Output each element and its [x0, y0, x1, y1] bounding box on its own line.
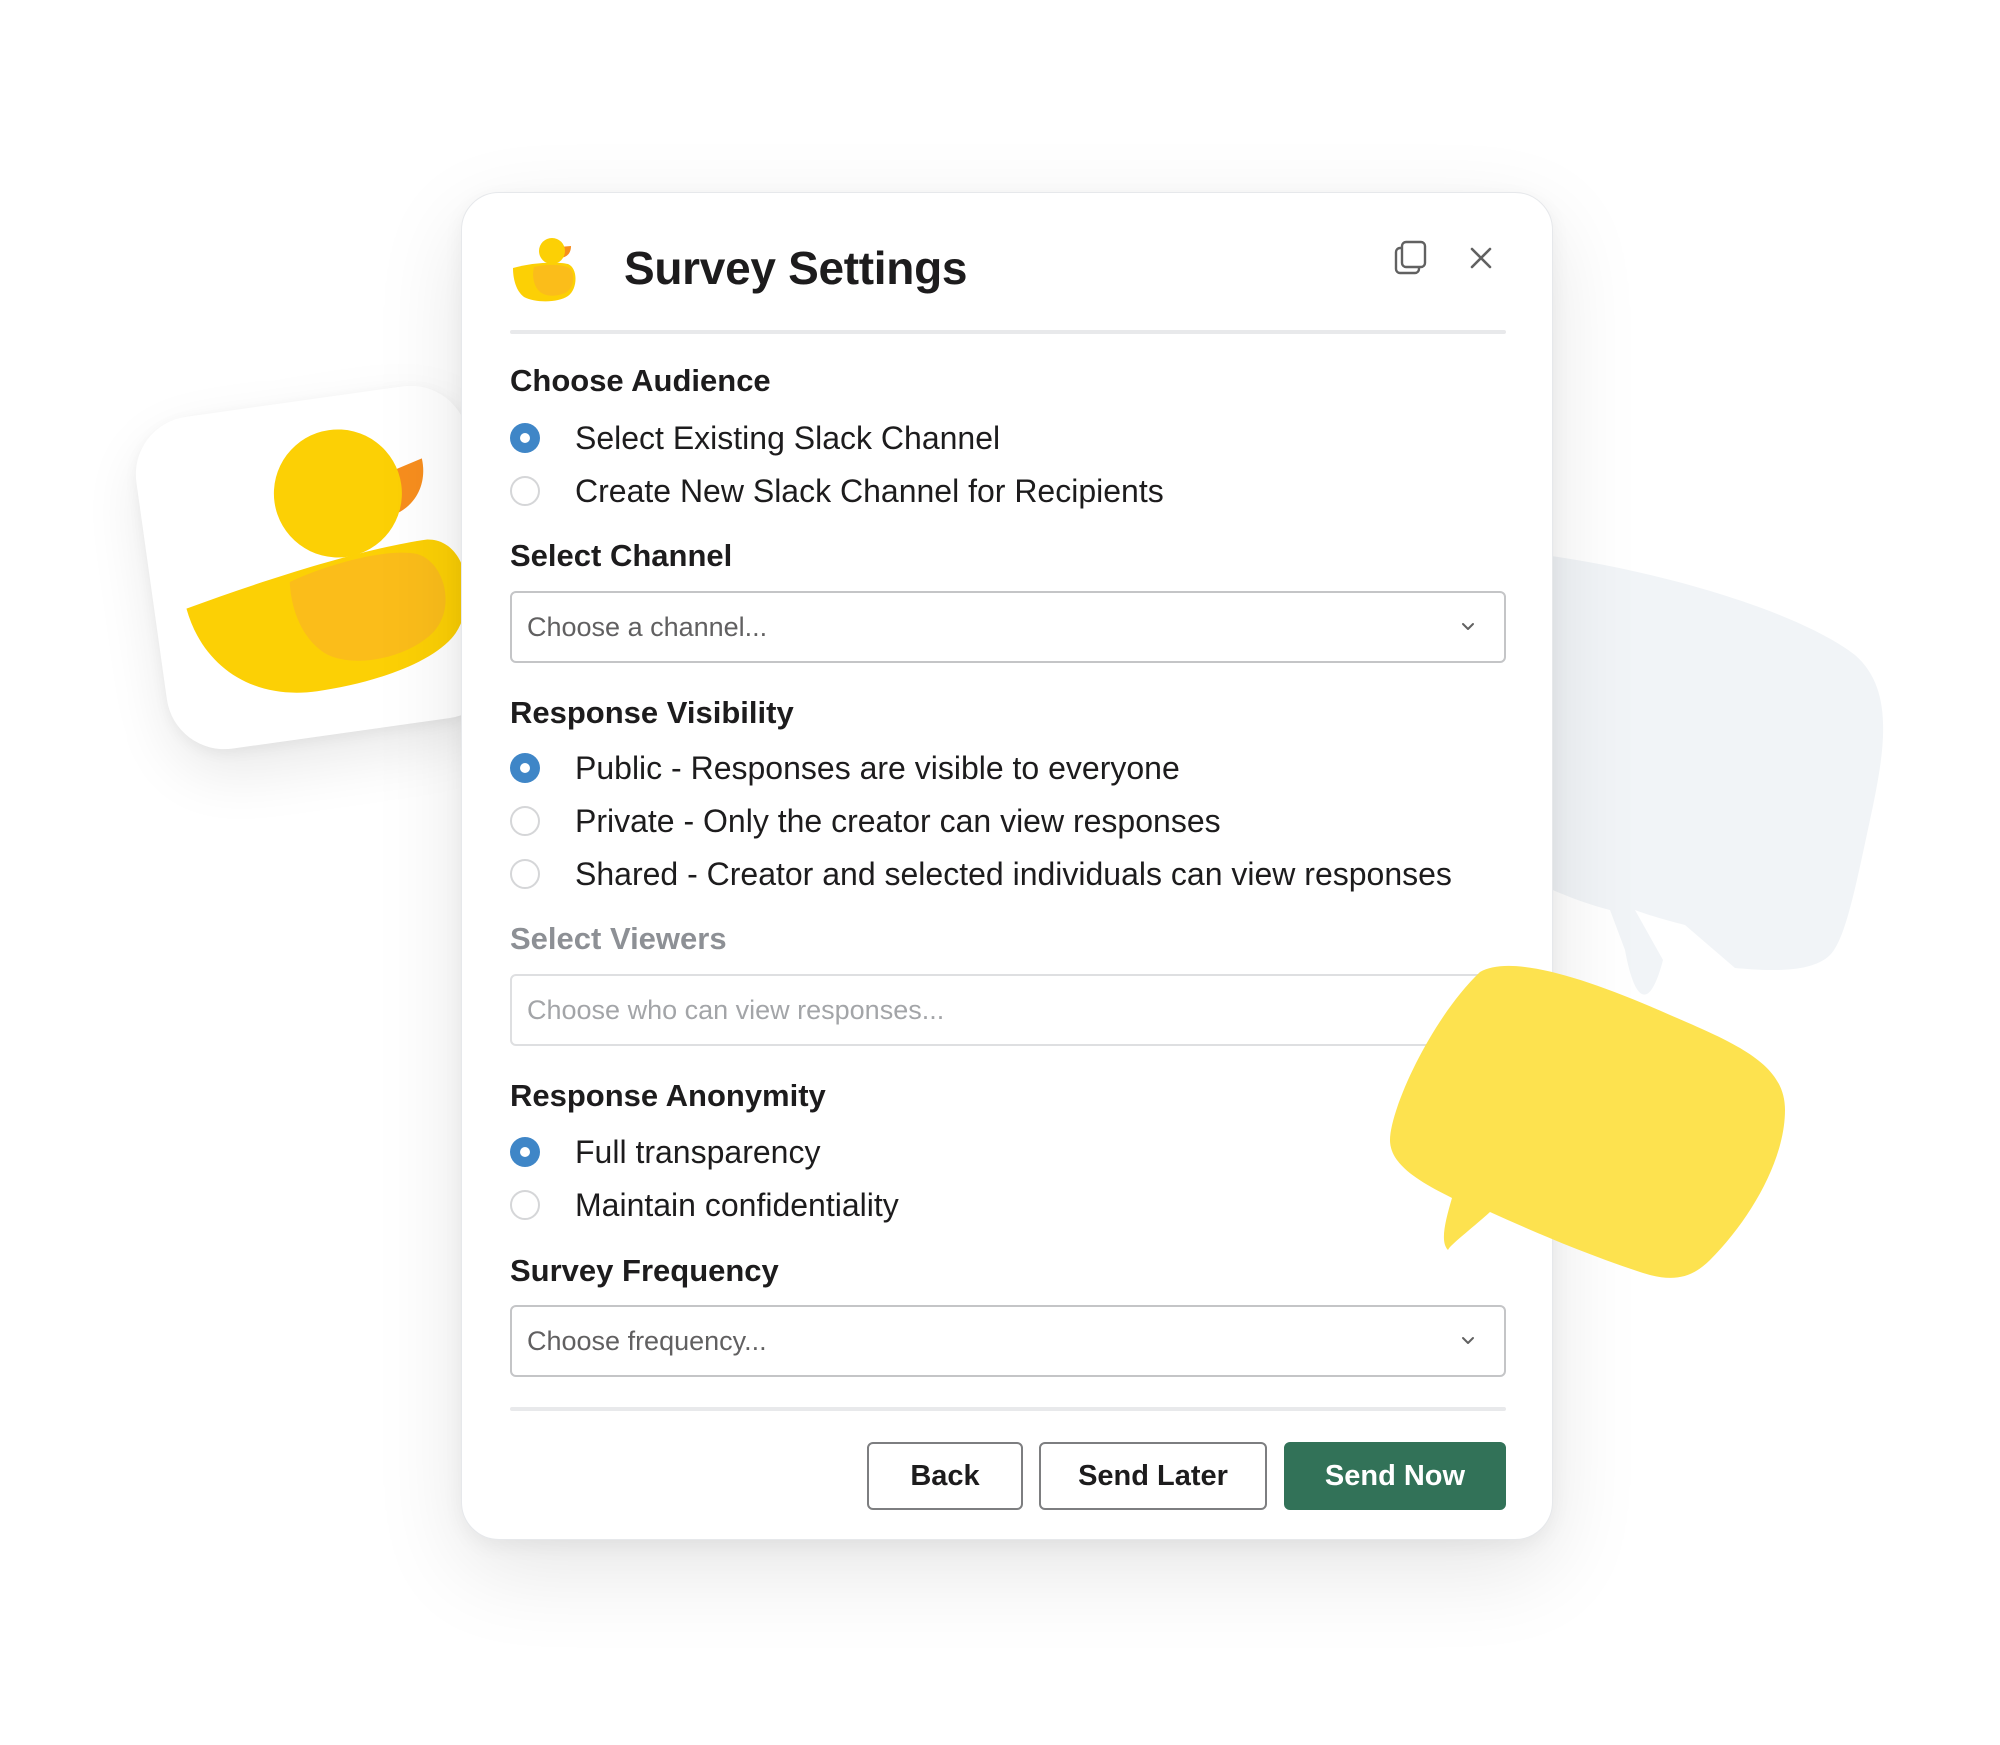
app-icon-tile: [128, 378, 507, 757]
radio-button[interactable]: [510, 1190, 540, 1220]
radio-button[interactable]: [510, 753, 540, 783]
channel-select[interactable]: Choose a channel...: [510, 591, 1506, 663]
channel-select-placeholder: Choose a channel...: [527, 612, 768, 642]
radio-label: Select Existing Slack Channel: [575, 419, 1001, 456]
close-icon[interactable]: [1456, 233, 1506, 283]
chevron-down-icon: [1462, 1337, 1474, 1344]
viewers-select: Choose who can view responses...: [510, 974, 1506, 1046]
viewers-select-placeholder: Choose who can view responses...: [527, 995, 945, 1025]
viewers-label: Select Viewers: [510, 921, 727, 956]
anonymity-label: Response Anonymity: [510, 1078, 826, 1113]
modal-title: Survey Settings: [624, 242, 968, 294]
visibility-option-public[interactable]: Public - Responses are visible to everyo…: [510, 746, 1180, 790]
radio-label: Maintain confidentiality: [575, 1186, 899, 1223]
audience-option-existing-channel[interactable]: Select Existing Slack Channel: [510, 416, 1000, 460]
anonymity-option-full-transparency[interactable]: Full transparency: [510, 1130, 820, 1174]
radio-label: Shared - Creator and selected individual…: [575, 855, 1452, 892]
footer-divider: [510, 1407, 1506, 1411]
visibility-option-shared[interactable]: Shared - Creator and selected individual…: [510, 852, 1452, 896]
audience-label: Choose Audience: [510, 363, 771, 398]
modal-header: Survey Settings: [510, 231, 1506, 325]
radio-button[interactable]: [510, 476, 540, 506]
radio-button[interactable]: [510, 859, 540, 889]
frequency-label: Survey Frequency: [510, 1253, 779, 1288]
survey-settings-modal: Survey Settings Choose Audience Select E…: [461, 192, 1553, 1540]
frequency-select-placeholder: Choose frequency...: [527, 1326, 767, 1356]
send-later-button[interactable]: Send Later: [1039, 1442, 1267, 1510]
channel-label: Select Channel: [510, 538, 733, 573]
radio-label: Public - Responses are visible to everyo…: [575, 749, 1180, 786]
duck-icon: [513, 238, 576, 302]
visibility-option-private[interactable]: Private - Only the creator can view resp…: [510, 799, 1221, 843]
radio-label: Full transparency: [575, 1133, 821, 1170]
yellow-speech-bubble-decoration: [1390, 965, 1785, 1278]
radio-button[interactable]: [510, 1137, 540, 1167]
back-button[interactable]: Back: [867, 1442, 1023, 1510]
gray-speech-bubble-decoration: [1500, 550, 1884, 995]
audience-option-new-channel[interactable]: Create New Slack Channel for Recipients: [510, 469, 1164, 513]
visibility-label: Response Visibility: [510, 695, 794, 730]
radio-button[interactable]: [510, 806, 540, 836]
send-now-button[interactable]: Send Now: [1284, 1442, 1506, 1510]
radio-label: Create New Slack Channel for Recipients: [575, 472, 1164, 509]
radio-button[interactable]: [510, 423, 540, 453]
header-divider: [510, 330, 1506, 334]
chevron-down-icon: [1462, 623, 1474, 630]
frequency-select[interactable]: Choose frequency...: [510, 1305, 1506, 1377]
duck-icon: [186, 429, 468, 693]
copy-icon[interactable]: [1386, 233, 1436, 283]
radio-label: Private - Only the creator can view resp…: [575, 802, 1221, 839]
anonymity-option-confidential[interactable]: Maintain confidentiality: [510, 1183, 899, 1227]
